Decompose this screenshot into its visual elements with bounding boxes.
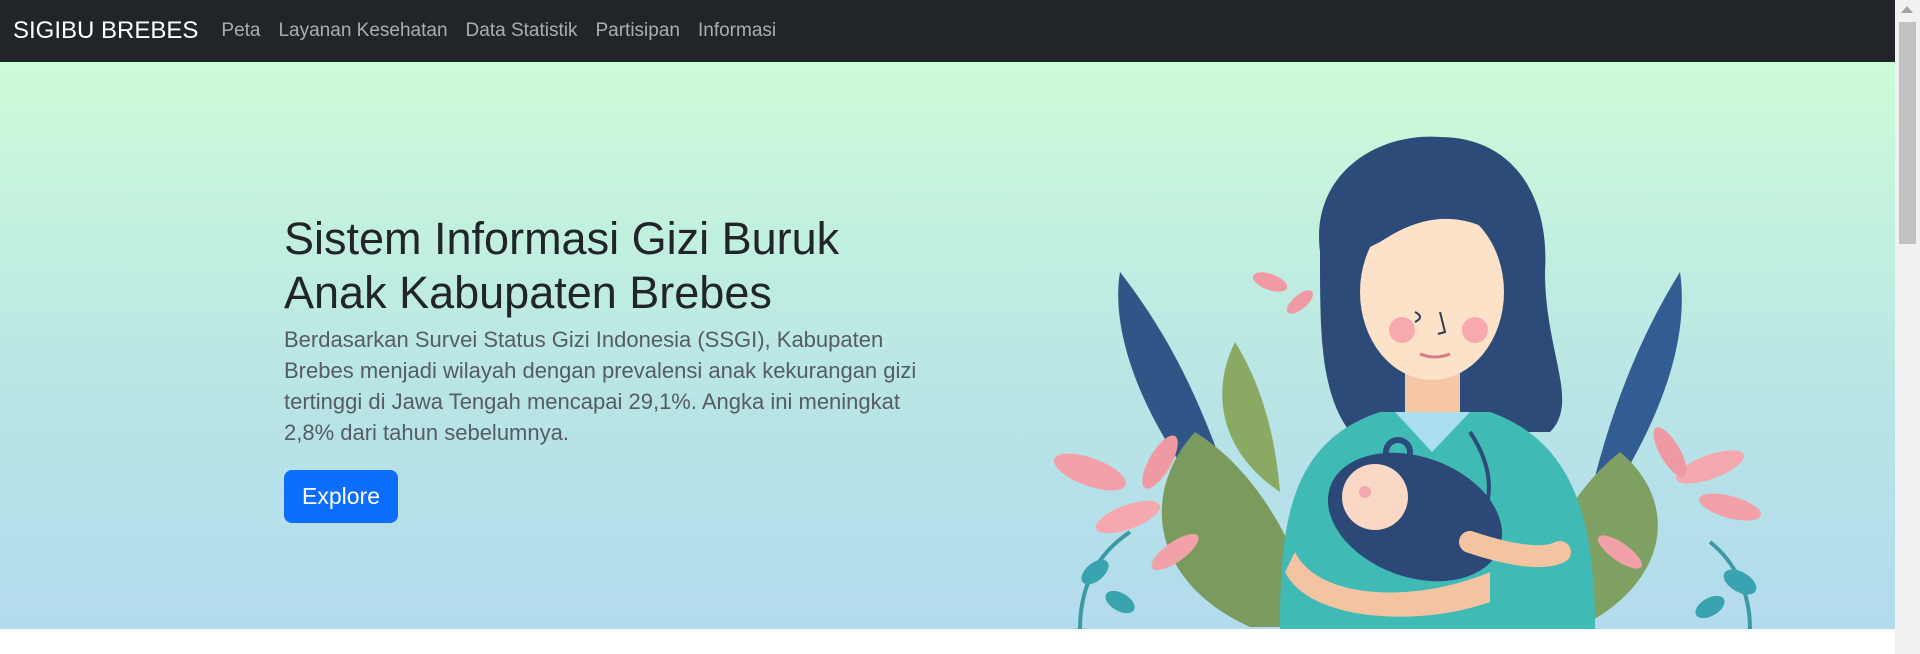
nav-link-layanan-kesehatan[interactable]: Layanan Kesehatan bbox=[278, 20, 447, 42]
explore-button[interactable]: Explore bbox=[284, 470, 398, 523]
scrollbar-thumb[interactable] bbox=[1899, 22, 1916, 244]
nav-link-peta[interactable]: Peta bbox=[221, 20, 260, 42]
page-content-area bbox=[0, 629, 1895, 654]
nav-link-partisipan[interactable]: Partisipan bbox=[595, 20, 680, 42]
hero-lead-paragraph: Berdasarkan Survei Status Gizi Indonesia… bbox=[284, 327, 917, 445]
scroll-up-arrow-icon[interactable] bbox=[1901, 6, 1913, 13]
hero-title: Sistem Informasi Gizi Buruk Anak Kabupat… bbox=[284, 213, 840, 318]
hero-text-block: Sistem Informasi Gizi Buruk Anak Kabupat… bbox=[284, 212, 964, 523]
top-navbar: SIGIBU BREBES Peta Layanan Kesehatan Dat… bbox=[0, 0, 1895, 62]
nav-link-informasi[interactable]: Informasi bbox=[698, 20, 776, 42]
nurse-holding-baby-illustration bbox=[1053, 136, 1762, 629]
brand-logo-text[interactable]: SIGIBU BREBES bbox=[13, 17, 198, 45]
hero-section: Sistem Informasi Gizi Buruk Anak Kabupat… bbox=[0, 62, 1895, 629]
nav-link-data-statistik[interactable]: Data Statistik bbox=[466, 20, 578, 42]
vertical-scrollbar[interactable] bbox=[1895, 0, 1920, 654]
